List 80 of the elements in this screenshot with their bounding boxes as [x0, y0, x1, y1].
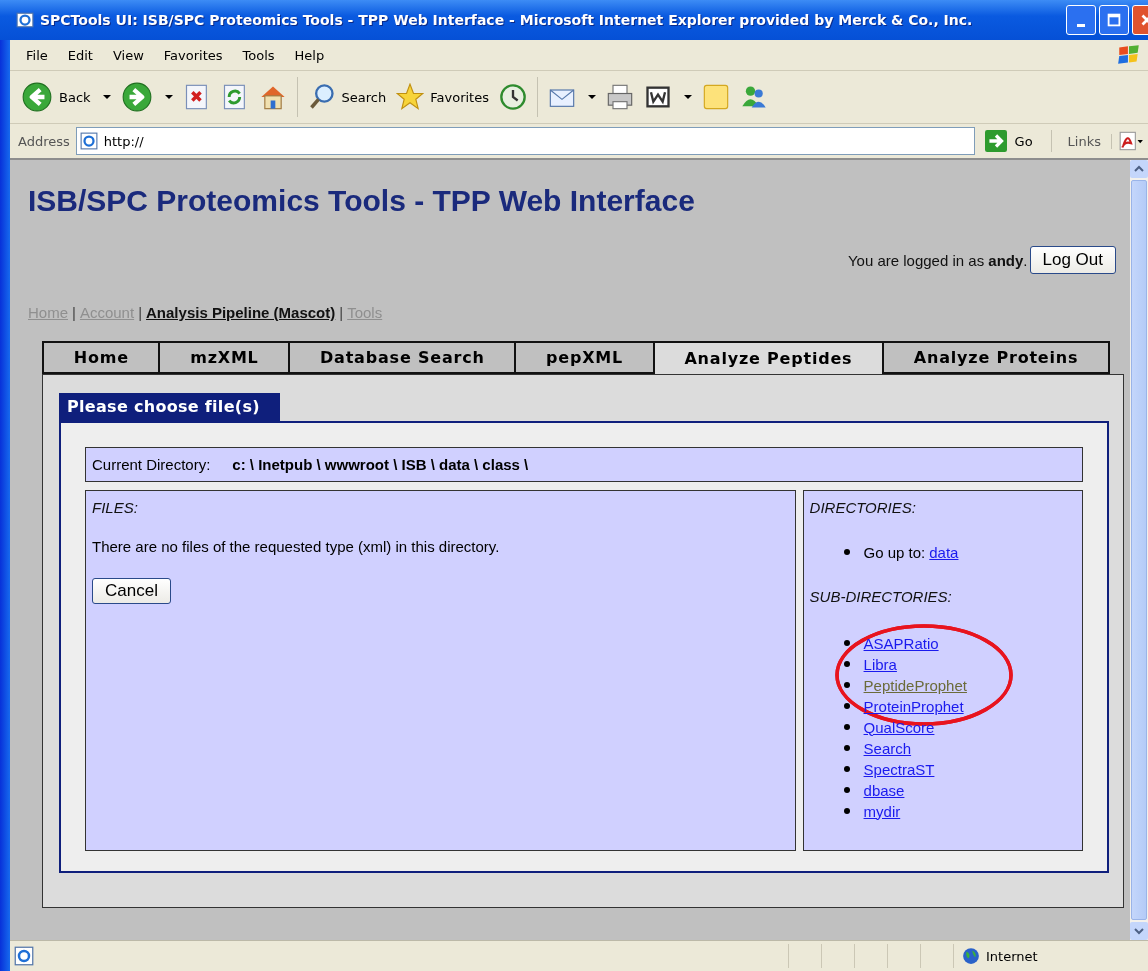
nav-link[interactable]: Analysis Pipeline (Mascot): [146, 304, 336, 321]
menu-item[interactable]: Help: [284, 47, 335, 63]
directory-link[interactable]: QualScore: [863, 718, 935, 736]
minimize-icon: [1077, 23, 1085, 27]
nav-separator: |: [339, 304, 344, 321]
directory-link[interactable]: PeptideProphet: [863, 676, 967, 694]
no-files-message: There are no files of the requested type (xml) in this directory.: [92, 538, 500, 555]
nav-separator: |: [72, 304, 76, 321]
bullet-icon: [843, 703, 850, 709]
menu-item[interactable]: Tools: [232, 47, 285, 63]
go-button[interactable]: Go: [980, 130, 1052, 152]
menu-item[interactable]: Edit: [57, 47, 103, 63]
dropdown-caret-icon[interactable]: [102, 94, 111, 100]
directory-link[interactable]: ProteinProphet: [863, 697, 964, 715]
scroll-down-icon: [1130, 922, 1148, 940]
address-field[interactable]: http://: [75, 127, 975, 155]
menu-item[interactable]: Favorites: [153, 47, 233, 63]
tab[interactable]: mzXML: [158, 341, 289, 374]
search-button[interactable]: Search: [304, 81, 390, 113]
window-title: SPCTools UI: ISB/SPC Proteomics Tools - TPP Web Interface - Microsoft Internet Explorer provided by Merck & Co., Inc.: [40, 12, 974, 28]
directory-link[interactable]: mydir: [863, 802, 901, 820]
go-up-label: Go up to:: [863, 543, 926, 561]
directory-link[interactable]: data: [929, 543, 959, 561]
tab[interactable]: Analyze Peptides: [652, 341, 883, 374]
browser-icon: [16, 11, 34, 29]
directory-link[interactable]: dbase: [863, 781, 905, 799]
search-icon: [307, 83, 336, 111]
current-directory-label: Current Directory:: [92, 456, 211, 473]
maximize-icon: [1105, 11, 1123, 29]
tab[interactable]: pepXML: [514, 341, 653, 374]
bullet-icon: [843, 745, 850, 751]
bullet-icon: [843, 766, 850, 772]
bullet-icon: [843, 787, 850, 793]
bullet-icon: [843, 549, 850, 556]
menu-item[interactable]: View: [102, 47, 154, 63]
nav-separator: |: [138, 304, 143, 321]
current-directory-path: c: \ Inetpub \ wwwroot \ ISB \ data \ class \: [232, 456, 529, 473]
bullet-icon: [843, 808, 850, 814]
pdf-icon[interactable]: [1118, 130, 1144, 152]
bullet-icon: [843, 640, 850, 646]
star-icon: [396, 83, 425, 111]
sub-directories-heading: SUB-DIRECTORIES:: [809, 587, 952, 605]
directory-link[interactable]: SpectraST: [863, 760, 935, 778]
note-icon: [701, 83, 730, 111]
bullet-icon: [843, 661, 850, 667]
clock-icon: [498, 83, 527, 111]
vertical-scrollbar[interactable]: [1130, 160, 1148, 940]
page-icon: [79, 132, 98, 150]
address-label: Address: [18, 133, 70, 149]
cancel-button[interactable]: Cancel: [92, 578, 171, 604]
scroll-up-icon: [1130, 160, 1148, 178]
files-heading: FILES:: [92, 499, 138, 516]
menu-item[interactable]: File: [16, 47, 58, 63]
printer-icon: [605, 83, 634, 111]
tab[interactable]: Home: [42, 341, 159, 374]
tab[interactable]: Database Search: [288, 341, 515, 374]
login-status-text: You are logged in as andy.: [847, 251, 1028, 269]
directories-heading: DIRECTORIES:: [809, 499, 916, 516]
links-label[interactable]: Links: [1057, 133, 1112, 149]
directory-link[interactable]: Search: [863, 739, 912, 757]
directory-link[interactable]: Libra: [863, 655, 897, 673]
globe-icon: [962, 947, 980, 965]
back-button[interactable]: Back: [18, 79, 114, 115]
bullet-icon: [843, 724, 850, 730]
directory-link[interactable]: ASAPRatio: [863, 634, 939, 652]
log-out-button[interactable]: Log Out: [1029, 246, 1116, 274]
dropdown-caret-icon[interactable]: [683, 94, 692, 100]
minimize-button[interactable]: [1066, 5, 1096, 35]
maximize-button[interactable]: [1099, 5, 1129, 35]
bullet-icon: [843, 682, 850, 688]
panel-title: Please choose file(s): [59, 393, 280, 421]
page-heading: ISB/SPC Proteomics Tools - TPP Web Interface: [28, 184, 696, 218]
tab[interactable]: Analyze Proteins: [882, 341, 1110, 374]
dropdown-caret-icon[interactable]: [164, 94, 173, 100]
go-arrow-icon: [984, 130, 1007, 152]
dropdown-caret-icon[interactable]: [587, 94, 596, 100]
page-icon: [14, 946, 34, 966]
security-zone-label: Internet: [986, 948, 1038, 964]
favorites-button[interactable]: Favorites: [393, 81, 492, 113]
scrollbar-thumb[interactable]: [1131, 180, 1147, 920]
